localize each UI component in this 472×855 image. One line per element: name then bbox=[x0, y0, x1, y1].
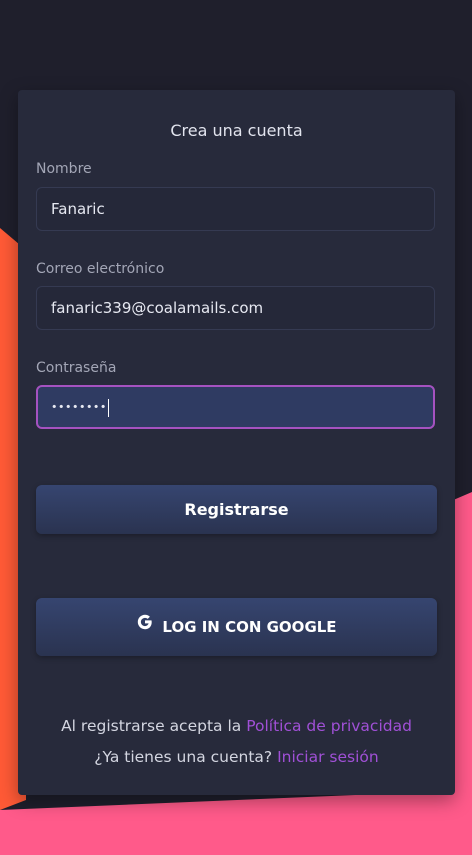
login-prefix: ¿Ya tienes una cuenta? bbox=[94, 748, 273, 766]
terms-line: Al registrarse acepta la Política de pri… bbox=[18, 717, 455, 735]
password-label: Contraseña bbox=[36, 360, 117, 376]
text-caret bbox=[107, 398, 109, 417]
register-button[interactable]: Registrarse bbox=[36, 485, 437, 534]
password-value: •••••••• bbox=[51, 400, 107, 414]
name-label: Nombre bbox=[36, 161, 92, 177]
email-label: Correo electrónico bbox=[36, 261, 165, 277]
google-login-button[interactable]: LOG IN CON GOOGLE bbox=[36, 598, 437, 656]
google-button-label: LOG IN CON GOOGLE bbox=[162, 618, 337, 636]
email-input[interactable]: fanaric339@coalamails.com bbox=[36, 286, 435, 330]
register-button-label: Registrarse bbox=[184, 500, 289, 519]
privacy-policy-link[interactable]: Política de privacidad bbox=[246, 717, 412, 735]
google-g-icon bbox=[136, 597, 154, 655]
form-title: Crea una cuenta bbox=[170, 121, 303, 140]
signup-card: Crea una cuenta Nombre Fanaric Correo el… bbox=[18, 90, 455, 795]
terms-prefix: Al registrarse acepta la bbox=[61, 717, 242, 735]
login-link[interactable]: Iniciar sesión bbox=[277, 748, 379, 766]
login-line: ¿Ya tienes una cuenta? Iniciar sesión bbox=[18, 748, 455, 766]
password-input[interactable]: •••••••• bbox=[36, 385, 435, 429]
name-input[interactable]: Fanaric bbox=[36, 187, 435, 231]
background-pink-shape bbox=[0, 790, 472, 855]
